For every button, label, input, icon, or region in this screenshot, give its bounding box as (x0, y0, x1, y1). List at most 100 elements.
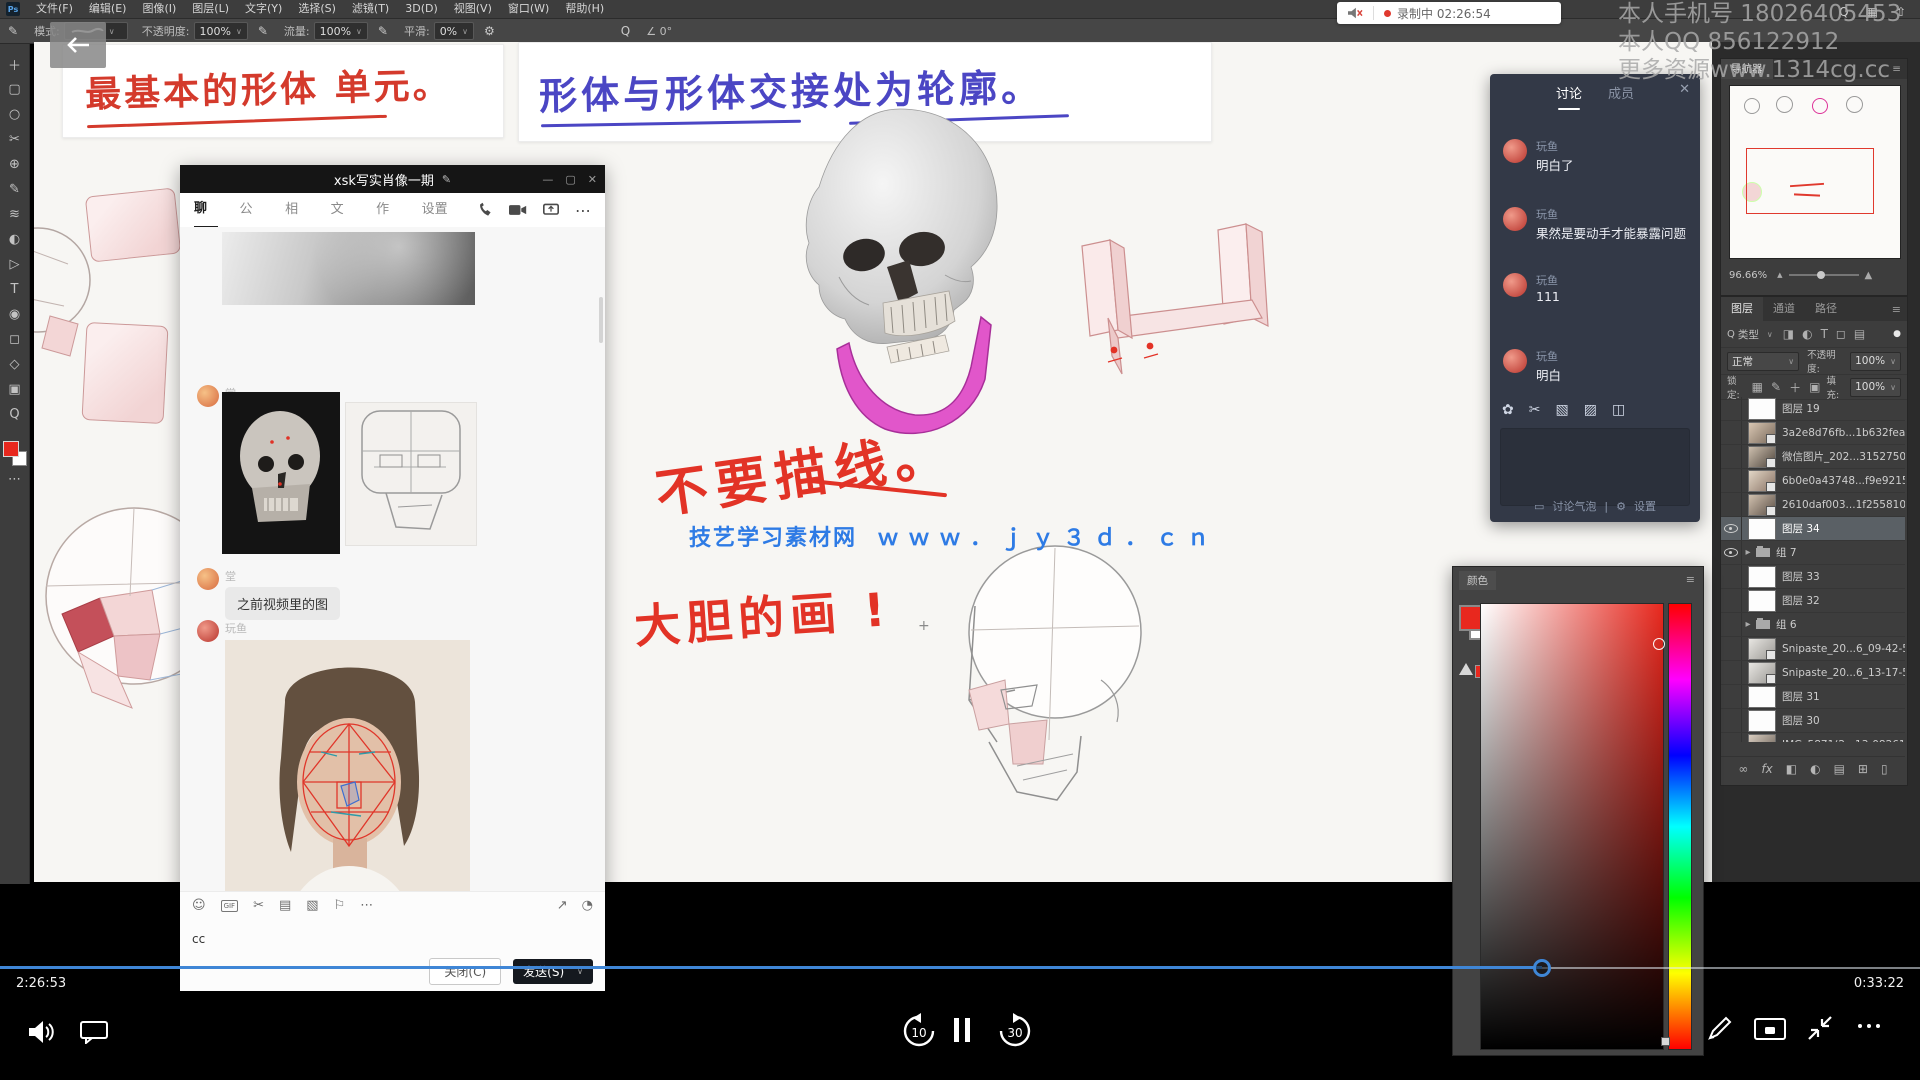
more-tools-icon[interactable]: ⋯ (360, 898, 373, 913)
tab-members[interactable]: 成员 (1608, 83, 1634, 102)
chat-titlebar[interactable]: xsk写实肖像一期 ✎ — ▢ ✕ (180, 165, 605, 193)
visibility-toggle[interactable] (1721, 589, 1742, 612)
avatar[interactable] (1503, 273, 1527, 297)
lock-all-icon[interactable]: ▣ (1809, 380, 1820, 394)
crop-tool-icon[interactable]: ✂ (2, 127, 28, 152)
visibility-toggle[interactable] (1721, 685, 1742, 708)
group-expand-icon[interactable]: ▸ (1742, 619, 1754, 630)
smoothing-gear-icon[interactable]: ⚙ (484, 24, 495, 38)
toolbar-more-icon[interactable]: ⋯ (2, 467, 28, 492)
tab-channels[interactable]: 通道 (1763, 299, 1805, 319)
filter-shape-icon[interactable]: ◻ (1836, 327, 1846, 341)
menu-image[interactable]: 图像(I) (134, 0, 184, 18)
visibility-toggle[interactable] (1721, 565, 1742, 588)
annotate-button[interactable] (1706, 1014, 1734, 1042)
layer-row[interactable]: 3a2e8d76fb...1b632fead2 (1721, 421, 1905, 445)
minimize-icon[interactable]: — (542, 173, 553, 186)
more-options-button[interactable] (1858, 1024, 1880, 1028)
avatar[interactable] (1503, 349, 1527, 373)
navigator-zoom-slider[interactable] (1789, 274, 1859, 276)
zoom-out-icon[interactable]: ▲ (1777, 271, 1782, 279)
forward-30-button[interactable]: 30 (996, 1012, 1034, 1050)
avatar[interactable] (197, 568, 219, 590)
image-icon[interactable]: ▧ (1555, 402, 1568, 418)
layer-group-row[interactable]: ▸组 6 (1721, 613, 1905, 637)
discussion-text-input[interactable] (1500, 428, 1690, 506)
lasso-tool-icon[interactable]: ○ (2, 102, 28, 127)
group-expand-icon[interactable]: ▸ (1742, 547, 1754, 558)
visibility-toggle[interactable] (1721, 397, 1742, 420)
hand-tool-icon[interactable]: ▣ (2, 377, 28, 402)
video-progress-bar[interactable] (0, 964, 1920, 972)
brush-tool-icon[interactable]: ✎ (2, 177, 28, 202)
selection-tool-icon[interactable]: ◻ (2, 327, 28, 352)
color-panel-tab[interactable]: 颜色 (1459, 571, 1496, 590)
menu-select[interactable]: 选择(S) (290, 0, 344, 18)
shared-image-neck-study[interactable] (222, 232, 475, 305)
volume-button[interactable] (26, 1018, 56, 1046)
filter-adjust-icon[interactable]: ◐ (1802, 327, 1812, 341)
path-tool-icon[interactable]: ◇ (2, 352, 28, 377)
visibility-toggle[interactable] (1721, 541, 1742, 564)
filter-type-label[interactable]: 类型 (1738, 327, 1759, 342)
expand-input-icon[interactable]: ↗ (557, 898, 568, 913)
tab-files[interactable]: 文件 (331, 193, 355, 227)
layer-group-row[interactable]: ▸组 7 (1721, 541, 1905, 565)
menu-filter[interactable]: 滤镜(T) (344, 0, 397, 18)
color-field-cursor[interactable] (1653, 638, 1665, 650)
lock-paint-icon[interactable]: ✎ (1771, 380, 1781, 394)
visibility-toggle[interactable] (1721, 445, 1742, 468)
layer-row[interactable]: 图层 19 (1721, 397, 1905, 421)
move-tool-icon[interactable]: ＋ (2, 52, 28, 77)
layer-row[interactable]: IMG_5871(2...13-0826181 (1721, 733, 1905, 742)
avatar[interactable] (1503, 207, 1527, 231)
avatar[interactable] (1503, 139, 1527, 163)
exit-fullscreen-button[interactable] (1806, 1014, 1834, 1042)
panel-menu-icon[interactable]: ≡ (1686, 573, 1695, 586)
maximize-icon[interactable]: ▢ (565, 173, 575, 186)
filter-toggle-icon[interactable]: ● (1893, 329, 1901, 339)
subtitles-button[interactable] (80, 1020, 108, 1044)
mini-player-button[interactable] (1754, 1018, 1786, 1042)
tab-settings[interactable]: 设置∨ (422, 193, 455, 227)
airbrush-icon[interactable]: ✎ (378, 24, 388, 38)
adjustment-layer-icon[interactable]: ◐ (1810, 762, 1820, 776)
visibility-toggle[interactable] (1721, 733, 1742, 742)
discussion-bubble-toggle[interactable]: 讨论气泡 (1552, 498, 1596, 514)
hue-slider-handle[interactable] (1661, 1037, 1670, 1046)
tab-chat[interactable]: 聊天 (194, 192, 218, 228)
layer-row[interactable]: 图层 30 (1721, 709, 1905, 733)
layer-row[interactable]: 图层 31 (1721, 685, 1905, 709)
layer-row[interactable]: Snipaste_20...6_09-42-54 (1721, 637, 1905, 661)
tab-announcements[interactable]: 公告 (240, 193, 264, 227)
zoom-tool-icon[interactable]: Q (2, 402, 28, 427)
chat-text-input[interactable]: cc (192, 932, 205, 946)
shared-image-cube-skull-sketch[interactable] (345, 402, 477, 546)
screenshot-scissors-icon[interactable]: ✂ (1529, 402, 1541, 418)
hue-slider[interactable] (1668, 603, 1692, 1050)
gif-icon[interactable]: GIF (221, 900, 239, 912)
pause-button[interactable] (952, 1016, 972, 1044)
avatar[interactable] (197, 385, 219, 407)
layer-row-selected[interactable]: 图层 34 (1721, 517, 1905, 541)
blend-mode-select[interactable]: 正常∨ (1727, 352, 1799, 371)
pen-tool-icon[interactable]: ▷ (2, 252, 28, 277)
shake-bell-icon[interactable]: ⚐ (334, 898, 346, 913)
eyedropper-tool-icon[interactable]: ⊕ (2, 152, 28, 177)
delete-layer-icon[interactable]: ▯ (1881, 762, 1888, 776)
menu-layer[interactable]: 图层(L) (184, 0, 237, 18)
fill-select[interactable]: 100%∨ (1850, 378, 1901, 397)
menu-view[interactable]: 视图(V) (446, 0, 500, 18)
menu-3d[interactable]: 3D(D) (397, 0, 446, 18)
lock-move-icon[interactable]: ＋ (1789, 379, 1801, 396)
speaker-muted-icon[interactable] (1347, 6, 1363, 20)
tab-homework[interactable]: 作业 (376, 193, 400, 227)
tab-layers[interactable]: 图层 (1721, 297, 1763, 321)
flow-dropdown[interactable]: 100%∨ (314, 22, 368, 40)
tab-albums[interactable]: 相册 (285, 193, 309, 227)
filter-pixel-icon[interactable]: ◨ (1783, 327, 1794, 341)
saturation-brightness-field[interactable] (1480, 603, 1664, 1050)
chat-scrollbar[interactable] (599, 297, 603, 343)
visibility-toggle[interactable] (1721, 421, 1742, 444)
zoom-slider-handle[interactable] (1817, 271, 1825, 279)
